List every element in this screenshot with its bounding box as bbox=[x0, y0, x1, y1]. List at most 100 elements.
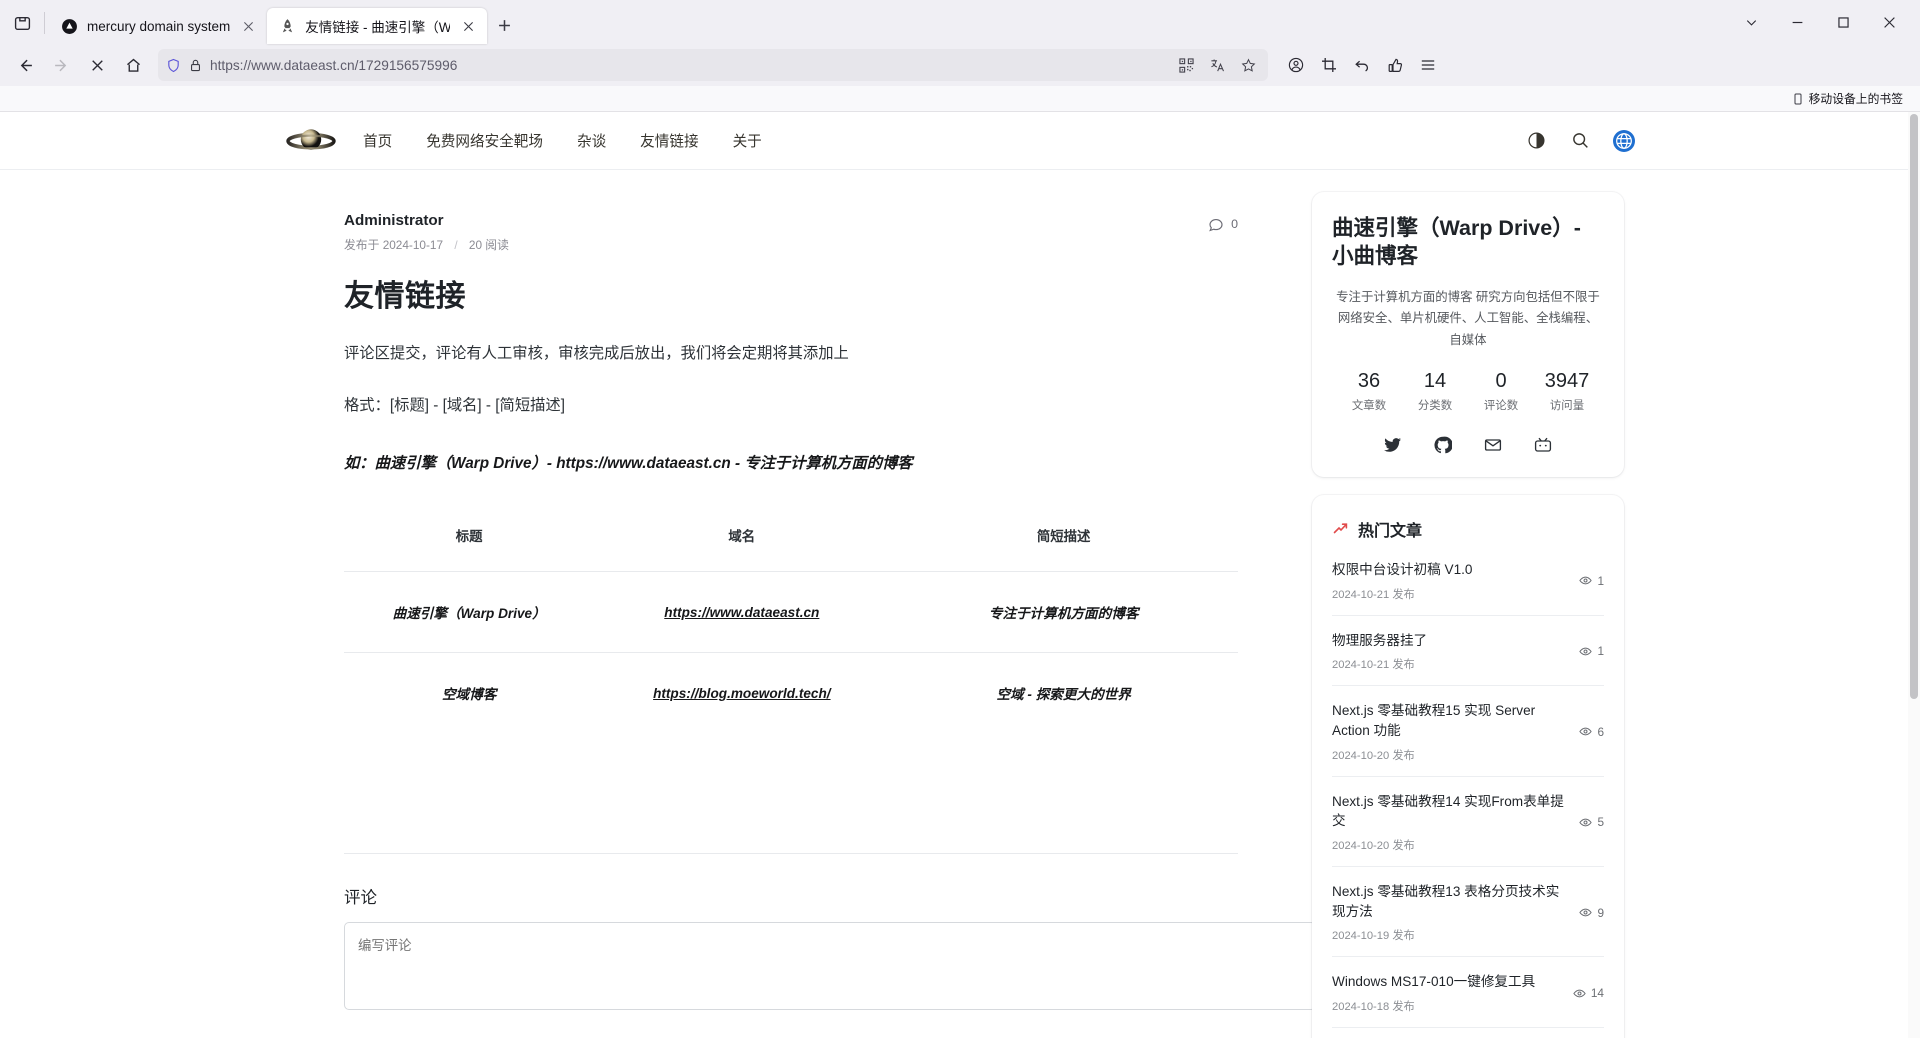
hot-item-title: Windows MS17-010一键修复工具 bbox=[1332, 974, 1536, 990]
article-header: Administrator 发布于 2024-10-17 / 20 阅读 0 bbox=[344, 212, 1238, 253]
twitter-link[interactable] bbox=[1383, 435, 1403, 455]
maximize-button[interactable] bbox=[1820, 6, 1866, 38]
eye-icon bbox=[1579, 728, 1593, 736]
forward-button[interactable] bbox=[44, 49, 78, 81]
nav-item-misc[interactable]: 杂谈 bbox=[577, 130, 606, 151]
window-close-button[interactable] bbox=[1866, 6, 1912, 38]
column-header-domain: 域名 bbox=[728, 529, 756, 544]
shield-icon[interactable] bbox=[166, 58, 181, 73]
screenshot-crop-icon bbox=[1322, 58, 1336, 72]
view-count: 5 bbox=[1597, 815, 1604, 830]
app-menu-button[interactable] bbox=[1412, 49, 1444, 81]
mobile-device-icon bbox=[1794, 93, 1802, 104]
close-icon bbox=[244, 21, 254, 31]
search-icon bbox=[1572, 133, 1588, 148]
hot-item-title: 物理服务器挂了 bbox=[1332, 632, 1428, 648]
nav-item-home[interactable]: 首页 bbox=[363, 130, 392, 151]
hot-articles-title: 热门文章 bbox=[1358, 522, 1423, 540]
bookmark-mobile-folder[interactable]: 移动设备上的书签 bbox=[1787, 88, 1908, 109]
screenshot-button[interactable] bbox=[1313, 49, 1345, 81]
domain-link[interactable]: https://blog.moeworld.tech/ bbox=[653, 686, 830, 701]
table-header-row: 标题 域名 简短描述 bbox=[344, 519, 1238, 572]
search-button[interactable] bbox=[1569, 130, 1591, 152]
blog-title: 曲速引擎（Warp Drive）- 小曲博客 bbox=[1332, 216, 1581, 269]
hot-item-title: 权限中台设计初稿 V1.0 bbox=[1332, 561, 1473, 577]
share-thumb-icon bbox=[1388, 58, 1403, 73]
tab-friend-links[interactable]: 友情链接 - 曲速引擎（Warp Dr bbox=[267, 8, 488, 44]
qr-code-icon bbox=[1178, 57, 1194, 73]
stat-label: 评论数 bbox=[1483, 399, 1519, 412]
translate-icon bbox=[1210, 59, 1224, 71]
read-count: 20 阅读 bbox=[468, 238, 509, 252]
qr-code-button[interactable] bbox=[1174, 53, 1198, 77]
home-button[interactable] bbox=[116, 49, 150, 81]
tab-close-button[interactable] bbox=[459, 17, 478, 36]
saturn-planet-logo[interactable] bbox=[285, 124, 337, 158]
back-arrow-icon bbox=[20, 59, 32, 71]
published-date: 2024-10-17 bbox=[382, 238, 444, 252]
tab-list-button[interactable] bbox=[4, 5, 40, 41]
site-nav: 首页 免费网络安全靶场 杂谈 友情链接 关于 bbox=[363, 130, 762, 151]
hot-item-date: 2024-10-21 发布 bbox=[1332, 659, 1415, 672]
nav-item-security-range[interactable]: 免费网络安全靶场 bbox=[426, 130, 543, 151]
minimize-button[interactable] bbox=[1774, 6, 1820, 38]
address-bar[interactable]: https://www.dataeast.cn/1729156575996 bbox=[158, 49, 1268, 81]
hot-item-views: 9 bbox=[1579, 906, 1604, 920]
list-item[interactable]: Next.js 零基础教程13 表格分页技术实现方法 2024-10-19 发布… bbox=[1332, 867, 1604, 958]
page-scrollbar[interactable] bbox=[1908, 112, 1920, 1038]
new-tab-button[interactable] bbox=[487, 8, 521, 42]
list-item[interactable]: Next.js 零基础教程15 实现 Server Action 功能 2024… bbox=[1332, 686, 1604, 777]
browser-toolbar: https://www.dataeast.cn/1729156575996 bbox=[0, 44, 1920, 86]
hot-item-views: 5 bbox=[1579, 815, 1604, 829]
tab-mercury-domain-system[interactable]: mercury domain system bbox=[49, 8, 267, 44]
translate-button[interactable] bbox=[1205, 53, 1229, 77]
tab-overflow-chevron-button[interactable] bbox=[1728, 6, 1774, 38]
comment-count-badge[interactable]: 0 bbox=[1208, 212, 1238, 232]
github-icon bbox=[1434, 436, 1452, 454]
account-button[interactable] bbox=[1280, 49, 1312, 81]
bilibili-icon bbox=[1534, 437, 1552, 452]
list-item[interactable]: 权限中台设计初稿 V1.0 2024-10-21 发布 1 bbox=[1332, 545, 1604, 616]
stop-loading-button[interactable] bbox=[80, 49, 114, 81]
eye-icon bbox=[1573, 989, 1586, 998]
language-button[interactable] bbox=[1613, 129, 1635, 152]
bilibili-link[interactable] bbox=[1533, 435, 1553, 455]
list-item[interactable]: Next.js 零基础教程14 实现From表单提交 2024-10-20 发布… bbox=[1332, 777, 1604, 868]
github-link[interactable] bbox=[1433, 435, 1453, 455]
table-row: 空域博客 https://blog.moeworld.tech/ 空域 - 探索… bbox=[344, 652, 1238, 734]
hot-item-date: 2024-10-20 发布 bbox=[1332, 749, 1415, 762]
list-item[interactable]: 物理服务器挂了 2024-10-21 发布 1 bbox=[1332, 616, 1604, 687]
language-globe-icon bbox=[1616, 132, 1632, 149]
cell-title: 空域博客 bbox=[441, 687, 497, 702]
tab-close-button[interactable] bbox=[239, 17, 258, 36]
site-header-actions bbox=[1525, 129, 1635, 152]
page-content: Administrator 发布于 2024-10-17 / 20 阅读 0 友… bbox=[0, 170, 1920, 1038]
sidebar: 曲速引擎（Warp Drive）- 小曲博客 专注于计算机方面的博客 研究方向包… bbox=[1312, 192, 1624, 1038]
domain-link[interactable]: https://www.dataeast.cn bbox=[664, 605, 819, 620]
url-path: /1729156575996 bbox=[354, 57, 458, 73]
share-button[interactable] bbox=[1379, 49, 1411, 81]
list-item[interactable]: Windows MS17-010一键修复工具 2024-10-18 发布 14 bbox=[1332, 957, 1604, 1029]
close-icon bbox=[464, 21, 474, 31]
stat-label: 访问量 bbox=[1549, 399, 1585, 412]
nav-item-about[interactable]: 关于 bbox=[733, 130, 762, 151]
bookmark-star-button[interactable] bbox=[1236, 53, 1260, 77]
comment-heading: 评论 bbox=[344, 889, 377, 907]
url-text: https://www.dataeast.cn/1729156575996 bbox=[210, 58, 457, 73]
back-button[interactable] bbox=[8, 49, 42, 81]
comment-input[interactable] bbox=[344, 922, 1316, 1010]
scrollbar-thumb[interactable] bbox=[1910, 114, 1918, 699]
column-header-title: 标题 bbox=[455, 529, 483, 544]
stat-visits: 3947 访问量 bbox=[1534, 370, 1600, 413]
undo-button[interactable] bbox=[1346, 49, 1378, 81]
hot-item-views: 14 bbox=[1573, 986, 1604, 1000]
theme-toggle-button[interactable] bbox=[1525, 130, 1547, 152]
lock-icon[interactable] bbox=[188, 58, 203, 73]
comment-section: 评论 bbox=[344, 884, 1316, 1038]
nav-item-friend-links[interactable]: 友情链接 bbox=[640, 130, 698, 151]
email-link[interactable] bbox=[1483, 435, 1503, 455]
tab-divider bbox=[44, 12, 45, 34]
list-item[interactable]: Next.js 零基础教程11 预渲染技术实现 2024-10-18 发布 10 bbox=[1332, 1028, 1604, 1038]
chevron-down-icon bbox=[1746, 19, 1756, 26]
page-viewport: 首页 免费网络安全靶场 杂谈 友情链接 关于 Administrator 发布于… bbox=[0, 112, 1920, 1038]
